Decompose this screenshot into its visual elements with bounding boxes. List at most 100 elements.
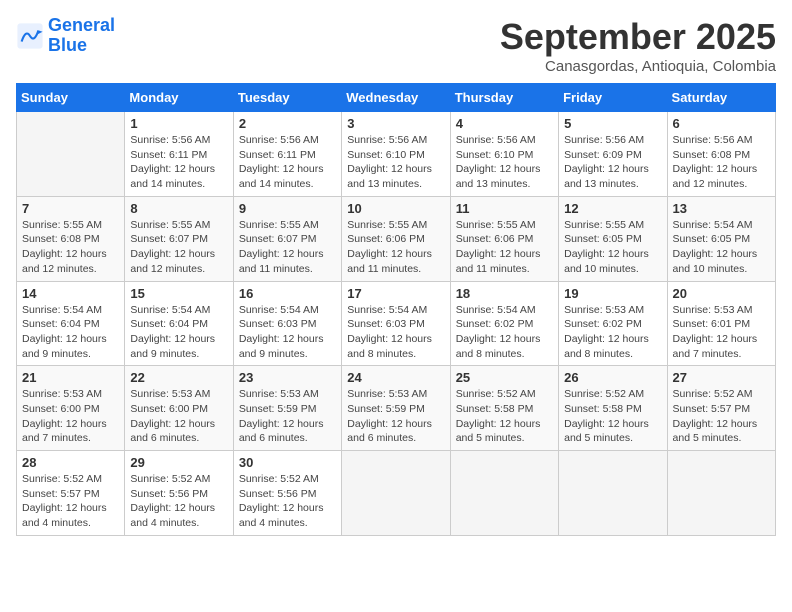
day-info: Sunrise: 5:53 AM Sunset: 6:02 PM Dayligh… xyxy=(564,303,661,362)
day-info: Sunrise: 5:55 AM Sunset: 6:06 PM Dayligh… xyxy=(347,218,444,277)
day-info: Sunrise: 5:54 AM Sunset: 6:03 PM Dayligh… xyxy=(347,303,444,362)
calendar-day-cell: 22 Sunrise: 5:53 AM Sunset: 6:00 PM Dayli… xyxy=(125,366,233,451)
day-info: Sunrise: 5:56 AM Sunset: 6:09 PM Dayligh… xyxy=(564,133,661,192)
day-info: Sunrise: 5:55 AM Sunset: 6:07 PM Dayligh… xyxy=(130,218,227,277)
calendar-day-cell: 19 Sunrise: 5:53 AM Sunset: 6:02 PM Dayli… xyxy=(559,281,667,366)
calendar-day-cell: 6Sunrise: 5:56 AM Sunset: 6:08 PM Daylig… xyxy=(667,112,775,197)
day-number: 12 xyxy=(564,201,661,216)
logo-icon xyxy=(16,22,44,50)
location-subtitle: Canasgordas, Antioquia, Colombia xyxy=(500,58,776,75)
day-info: Sunrise: 5:53 AM Sunset: 5:59 PM Dayligh… xyxy=(347,387,444,446)
day-info: Sunrise: 5:52 AM Sunset: 5:58 PM Dayligh… xyxy=(564,387,661,446)
day-number: 8 xyxy=(130,201,227,216)
day-info: Sunrise: 5:56 AM Sunset: 6:11 PM Dayligh… xyxy=(239,133,336,192)
day-info: Sunrise: 5:52 AM Sunset: 5:58 PM Dayligh… xyxy=(456,387,553,446)
calendar-day-cell: 13 Sunrise: 5:54 AM Sunset: 6:05 PM Dayli… xyxy=(667,196,775,281)
day-number: 16 xyxy=(239,286,336,301)
calendar-week-row: 1Sunrise: 5:56 AM Sunset: 6:11 PM Daylig… xyxy=(17,112,776,197)
day-number: 2 xyxy=(239,116,336,131)
day-number: 10 xyxy=(347,201,444,216)
calendar-day-cell: 12 Sunrise: 5:55 AM Sunset: 6:05 PM Dayli… xyxy=(559,196,667,281)
calendar-day-cell: 18Sunrise: 5:54 AM Sunset: 6:02 PM Dayli… xyxy=(450,281,558,366)
day-info: Sunrise: 5:52 AM Sunset: 5:56 PM Dayligh… xyxy=(130,472,227,531)
calendar-day-cell: 30 Sunrise: 5:52 AM Sunset: 5:56 PM Dayli… xyxy=(233,451,341,536)
calendar-table: SundayMondayTuesdayWednesdayThursdayFrid… xyxy=(16,83,776,536)
day-info: Sunrise: 5:55 AM Sunset: 6:08 PM Dayligh… xyxy=(22,218,119,277)
day-number: 4 xyxy=(456,116,553,131)
day-info: Sunrise: 5:53 AM Sunset: 6:00 PM Dayligh… xyxy=(130,387,227,446)
day-number: 19 xyxy=(564,286,661,301)
day-number: 15 xyxy=(130,286,227,301)
calendar-day-cell: 26 Sunrise: 5:52 AM Sunset: 5:58 PM Dayli… xyxy=(559,366,667,451)
calendar-day-cell xyxy=(667,451,775,536)
day-number: 9 xyxy=(239,201,336,216)
logo-text: General Blue xyxy=(48,16,115,56)
calendar-day-cell: 23Sunrise: 5:53 AM Sunset: 5:59 PM Dayli… xyxy=(233,366,341,451)
calendar-day-cell: 1Sunrise: 5:56 AM Sunset: 6:11 PM Daylig… xyxy=(125,112,233,197)
calendar-header: SundayMondayTuesdayWednesdayThursdayFrid… xyxy=(17,84,776,112)
day-number: 11 xyxy=(456,201,553,216)
day-info: Sunrise: 5:56 AM Sunset: 6:11 PM Dayligh… xyxy=(130,133,227,192)
day-info: Sunrise: 5:52 AM Sunset: 5:56 PM Dayligh… xyxy=(239,472,336,531)
day-info: Sunrise: 5:55 AM Sunset: 6:06 PM Dayligh… xyxy=(456,218,553,277)
calendar-week-row: 14 Sunrise: 5:54 AM Sunset: 6:04 PM Dayli… xyxy=(17,281,776,366)
calendar-day-cell: 7 Sunrise: 5:55 AM Sunset: 6:08 PM Daylig… xyxy=(17,196,125,281)
calendar-day-cell: 10 Sunrise: 5:55 AM Sunset: 6:06 PM Dayli… xyxy=(342,196,450,281)
logo: General Blue xyxy=(16,16,115,56)
calendar-day-cell: 11 Sunrise: 5:55 AM Sunset: 6:06 PM Dayli… xyxy=(450,196,558,281)
day-number: 5 xyxy=(564,116,661,131)
weekday-header: Thursday xyxy=(450,84,558,112)
day-number: 29 xyxy=(130,455,227,470)
calendar-day-cell: 29 Sunrise: 5:52 AM Sunset: 5:56 PM Dayli… xyxy=(125,451,233,536)
calendar-day-cell: 3Sunrise: 5:56 AM Sunset: 6:10 PM Daylig… xyxy=(342,112,450,197)
page-header: General Blue September 2025 Canasgordas,… xyxy=(16,16,776,75)
calendar-day-cell: 16 Sunrise: 5:54 AM Sunset: 6:03 PM Dayli… xyxy=(233,281,341,366)
calendar-day-cell: 5 Sunrise: 5:56 AM Sunset: 6:09 PM Daylig… xyxy=(559,112,667,197)
day-number: 26 xyxy=(564,370,661,385)
day-info: Sunrise: 5:54 AM Sunset: 6:04 PM Dayligh… xyxy=(130,303,227,362)
calendar-day-cell: 24 Sunrise: 5:53 AM Sunset: 5:59 PM Dayli… xyxy=(342,366,450,451)
day-info: Sunrise: 5:54 AM Sunset: 6:03 PM Dayligh… xyxy=(239,303,336,362)
calendar-day-cell: 2 Sunrise: 5:56 AM Sunset: 6:11 PM Daylig… xyxy=(233,112,341,197)
day-info: Sunrise: 5:53 AM Sunset: 6:00 PM Dayligh… xyxy=(22,387,119,446)
day-number: 22 xyxy=(130,370,227,385)
day-number: 18 xyxy=(456,286,553,301)
day-number: 25 xyxy=(456,370,553,385)
calendar-day-cell: 14 Sunrise: 5:54 AM Sunset: 6:04 PM Dayli… xyxy=(17,281,125,366)
day-info: Sunrise: 5:54 AM Sunset: 6:05 PM Dayligh… xyxy=(673,218,770,277)
calendar-day-cell: 4 Sunrise: 5:56 AM Sunset: 6:10 PM Daylig… xyxy=(450,112,558,197)
calendar-day-cell xyxy=(17,112,125,197)
calendar-day-cell: 17 Sunrise: 5:54 AM Sunset: 6:03 PM Dayli… xyxy=(342,281,450,366)
day-info: Sunrise: 5:55 AM Sunset: 6:05 PM Dayligh… xyxy=(564,218,661,277)
calendar-day-cell: 28Sunrise: 5:52 AM Sunset: 5:57 PM Dayli… xyxy=(17,451,125,536)
weekday-header: Tuesday xyxy=(233,84,341,112)
calendar-day-cell: 15 Sunrise: 5:54 AM Sunset: 6:04 PM Dayli… xyxy=(125,281,233,366)
day-number: 24 xyxy=(347,370,444,385)
calendar-day-cell xyxy=(450,451,558,536)
calendar-body: 1Sunrise: 5:56 AM Sunset: 6:11 PM Daylig… xyxy=(17,112,776,536)
calendar-week-row: 28Sunrise: 5:52 AM Sunset: 5:57 PM Dayli… xyxy=(17,451,776,536)
weekday-header: Wednesday xyxy=(342,84,450,112)
weekday-header: Sunday xyxy=(17,84,125,112)
day-number: 13 xyxy=(673,201,770,216)
day-number: 7 xyxy=(22,201,119,216)
title-block: September 2025 Canasgordas, Antioquia, C… xyxy=(500,16,776,75)
month-title: September 2025 xyxy=(500,16,776,58)
day-info: Sunrise: 5:55 AM Sunset: 6:07 PM Dayligh… xyxy=(239,218,336,277)
weekday-header: Monday xyxy=(125,84,233,112)
calendar-day-cell: 25 Sunrise: 5:52 AM Sunset: 5:58 PM Dayli… xyxy=(450,366,558,451)
day-info: Sunrise: 5:54 AM Sunset: 6:04 PM Dayligh… xyxy=(22,303,119,362)
day-number: 30 xyxy=(239,455,336,470)
calendar-week-row: 7 Sunrise: 5:55 AM Sunset: 6:08 PM Daylig… xyxy=(17,196,776,281)
day-info: Sunrise: 5:52 AM Sunset: 5:57 PM Dayligh… xyxy=(22,472,119,531)
day-info: Sunrise: 5:52 AM Sunset: 5:57 PM Dayligh… xyxy=(673,387,770,446)
day-number: 6 xyxy=(673,116,770,131)
day-number: 14 xyxy=(22,286,119,301)
day-number: 20 xyxy=(673,286,770,301)
calendar-day-cell xyxy=(559,451,667,536)
weekday-header: Friday xyxy=(559,84,667,112)
calendar-day-cell: 21Sunrise: 5:53 AM Sunset: 6:00 PM Dayli… xyxy=(17,366,125,451)
day-info: Sunrise: 5:56 AM Sunset: 6:10 PM Dayligh… xyxy=(456,133,553,192)
weekday-header: Saturday xyxy=(667,84,775,112)
day-number: 17 xyxy=(347,286,444,301)
